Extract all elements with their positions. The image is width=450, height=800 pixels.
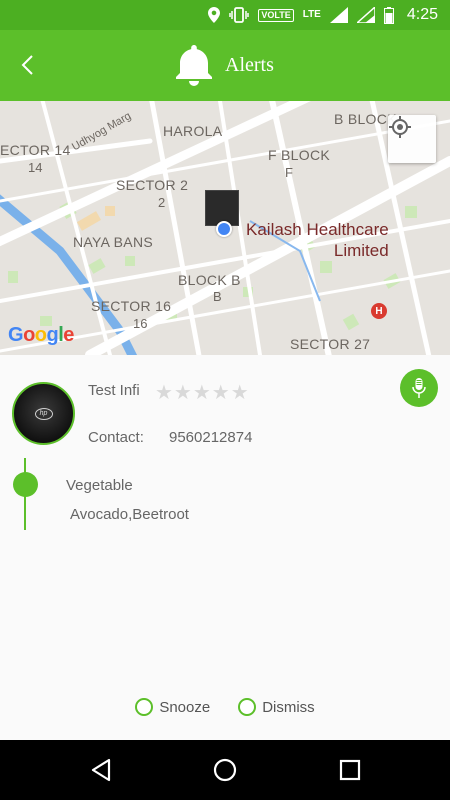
dismiss-label: Dismiss bbox=[262, 698, 315, 716]
vibrate-icon bbox=[229, 7, 250, 23]
crosshair-icon bbox=[389, 116, 411, 138]
map-label: 16 bbox=[133, 316, 148, 331]
map-view[interactable]: HAROLA B BLOCK ECTOR 14 14 F BLOCK F SEC… bbox=[0, 101, 450, 355]
customer-name: Test Infi bbox=[88, 382, 140, 399]
square-recents-icon bbox=[339, 759, 361, 781]
nav-home-button[interactable] bbox=[211, 756, 239, 784]
dismiss-option[interactable]: Dismiss bbox=[238, 698, 315, 716]
rating-stars-icon: ★★★★★ bbox=[155, 382, 250, 404]
poi-label-line2: Limited bbox=[333, 241, 389, 260]
signal-icon-2 bbox=[356, 7, 375, 23]
battery-icon bbox=[383, 6, 394, 24]
map-label: 2 bbox=[158, 195, 166, 210]
dismiss-radio[interactable] bbox=[238, 698, 257, 716]
signal-icon bbox=[329, 7, 348, 23]
clock: 4:25 bbox=[406, 6, 438, 23]
map-label: SECTOR 27 bbox=[290, 336, 371, 352]
bell-icon bbox=[176, 45, 212, 86]
my-location-button[interactable] bbox=[388, 115, 436, 163]
voice-button[interactable] bbox=[400, 369, 438, 407]
timeline-dot bbox=[13, 472, 38, 497]
snooze-option[interactable]: Snooze bbox=[135, 698, 210, 716]
back-button[interactable] bbox=[10, 48, 44, 82]
contact-label: Contact: bbox=[88, 429, 144, 446]
snooze-label: Snooze bbox=[159, 698, 211, 716]
items-list: Avocado,Beetroot bbox=[70, 506, 189, 523]
map-label: SECTOR 2 bbox=[116, 177, 189, 193]
map-label: NAYA BANS bbox=[73, 234, 153, 250]
lte-indicator: LTE bbox=[302, 9, 321, 20]
hospital-icon[interactable]: H bbox=[371, 303, 387, 319]
poi-label: Kailash Healthcare Limited bbox=[246, 219, 389, 261]
status-bar: VOLTE LTE 4:25 bbox=[0, 0, 450, 30]
page-title: Alerts bbox=[225, 54, 274, 76]
alert-actions: Snooze Dismiss bbox=[0, 698, 450, 716]
map-label: F BLOCK bbox=[268, 147, 331, 163]
back-arrow-icon bbox=[21, 55, 33, 75]
map-label: HAROLA bbox=[163, 123, 223, 139]
current-location-dot[interactable] bbox=[216, 221, 232, 237]
nav-recents-button[interactable] bbox=[336, 756, 364, 784]
map-label: BLOCK B bbox=[178, 272, 241, 288]
microphone-icon bbox=[412, 378, 426, 398]
nav-back-button[interactable] bbox=[87, 756, 115, 784]
category-label: Vegetable bbox=[66, 477, 133, 494]
map-label: ECTOR 14 bbox=[0, 142, 71, 158]
google-logo: Google bbox=[8, 324, 74, 346]
map-label: B bbox=[213, 289, 222, 304]
volte-badge: VOLTE bbox=[258, 8, 294, 22]
avatar: hp bbox=[12, 382, 75, 445]
map-label: SECTOR 16 bbox=[91, 298, 172, 314]
location-icon bbox=[208, 7, 221, 23]
alert-details: hp Test Infi ★★★★★ Contact: 9560212874 V… bbox=[0, 355, 450, 740]
map-label: 14 bbox=[28, 160, 43, 175]
app-bar: Alerts bbox=[0, 30, 450, 101]
poi-label-line1: Kailash Healthcare bbox=[246, 220, 389, 239]
snooze-radio[interactable] bbox=[135, 698, 154, 716]
hp-logo-icon: hp bbox=[34, 407, 53, 420]
triangle-back-icon bbox=[91, 758, 111, 782]
system-nav-bar bbox=[0, 740, 450, 800]
circle-home-icon bbox=[213, 758, 237, 782]
map-label: F bbox=[285, 165, 293, 180]
contact-number[interactable]: 9560212874 bbox=[169, 429, 252, 446]
